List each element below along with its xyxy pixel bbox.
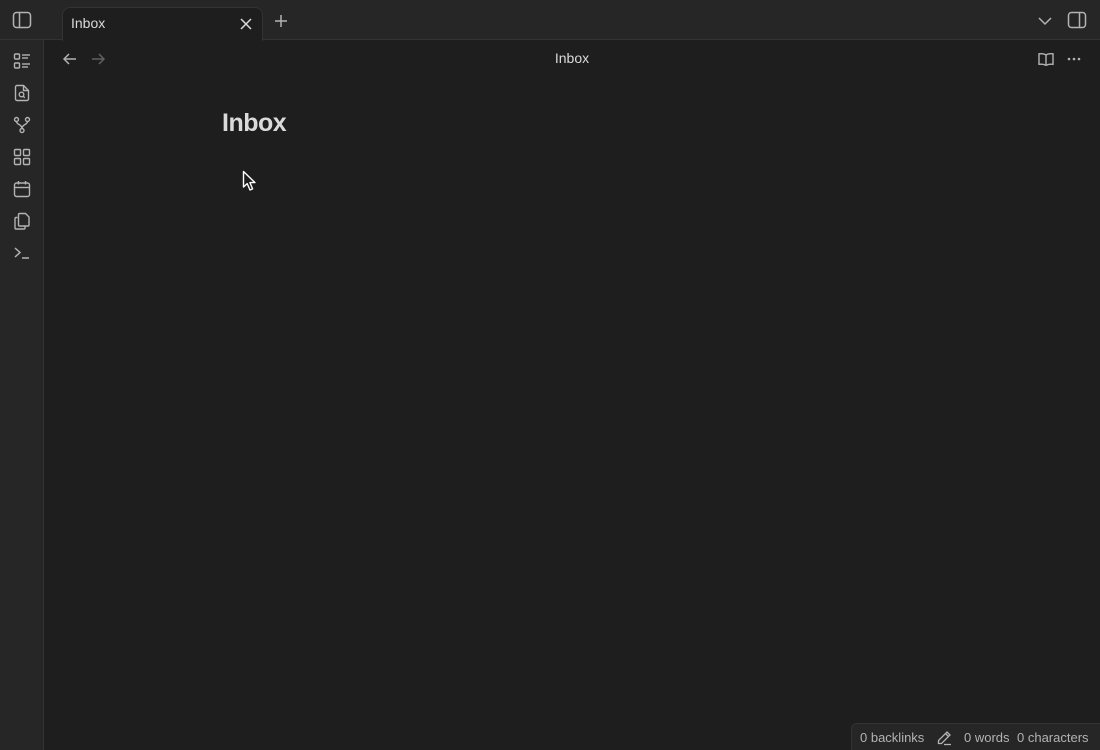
calendar-icon[interactable] [12, 179, 32, 199]
note-title[interactable]: Inbox [222, 109, 287, 138]
more-options-icon[interactable] [1065, 51, 1083, 67]
pencil-icon[interactable] [935, 729, 953, 747]
tab-bar: Inbox [0, 0, 1100, 41]
word-count: 0 words [964, 730, 1010, 745]
new-tab-icon[interactable] [273, 13, 289, 29]
view-header: Inbox [44, 40, 1100, 78]
reading-view-book-icon[interactable] [1037, 51, 1055, 67]
view-title[interactable]: Inbox [44, 50, 1100, 66]
toggle-right-sidebar-icon[interactable] [1067, 11, 1087, 29]
copy-icon[interactable] [12, 211, 32, 231]
app-window: Inbox Inbox Inbox 0 backlinks 0 words 0 … [0, 0, 1100, 750]
grid-icon[interactable] [12, 147, 32, 167]
chevron-down-icon[interactable] [1037, 13, 1053, 29]
graph-icon[interactable] [12, 115, 32, 135]
left-ribbon [0, 40, 44, 750]
list-icon[interactable] [12, 51, 32, 71]
tab-label: Inbox [71, 15, 106, 31]
close-icon[interactable] [238, 16, 254, 32]
file-search-icon[interactable] [12, 83, 32, 103]
tab-inbox[interactable]: Inbox [62, 7, 263, 41]
backlinks-count[interactable]: 0 backlinks [860, 730, 924, 745]
terminal-icon[interactable] [12, 243, 32, 263]
status-bar: 0 backlinks 0 words 0 characters [851, 723, 1100, 750]
mouse-cursor-icon [242, 170, 258, 197]
toggle-left-sidebar-icon[interactable] [12, 11, 32, 29]
character-count: 0 characters [1017, 730, 1089, 745]
